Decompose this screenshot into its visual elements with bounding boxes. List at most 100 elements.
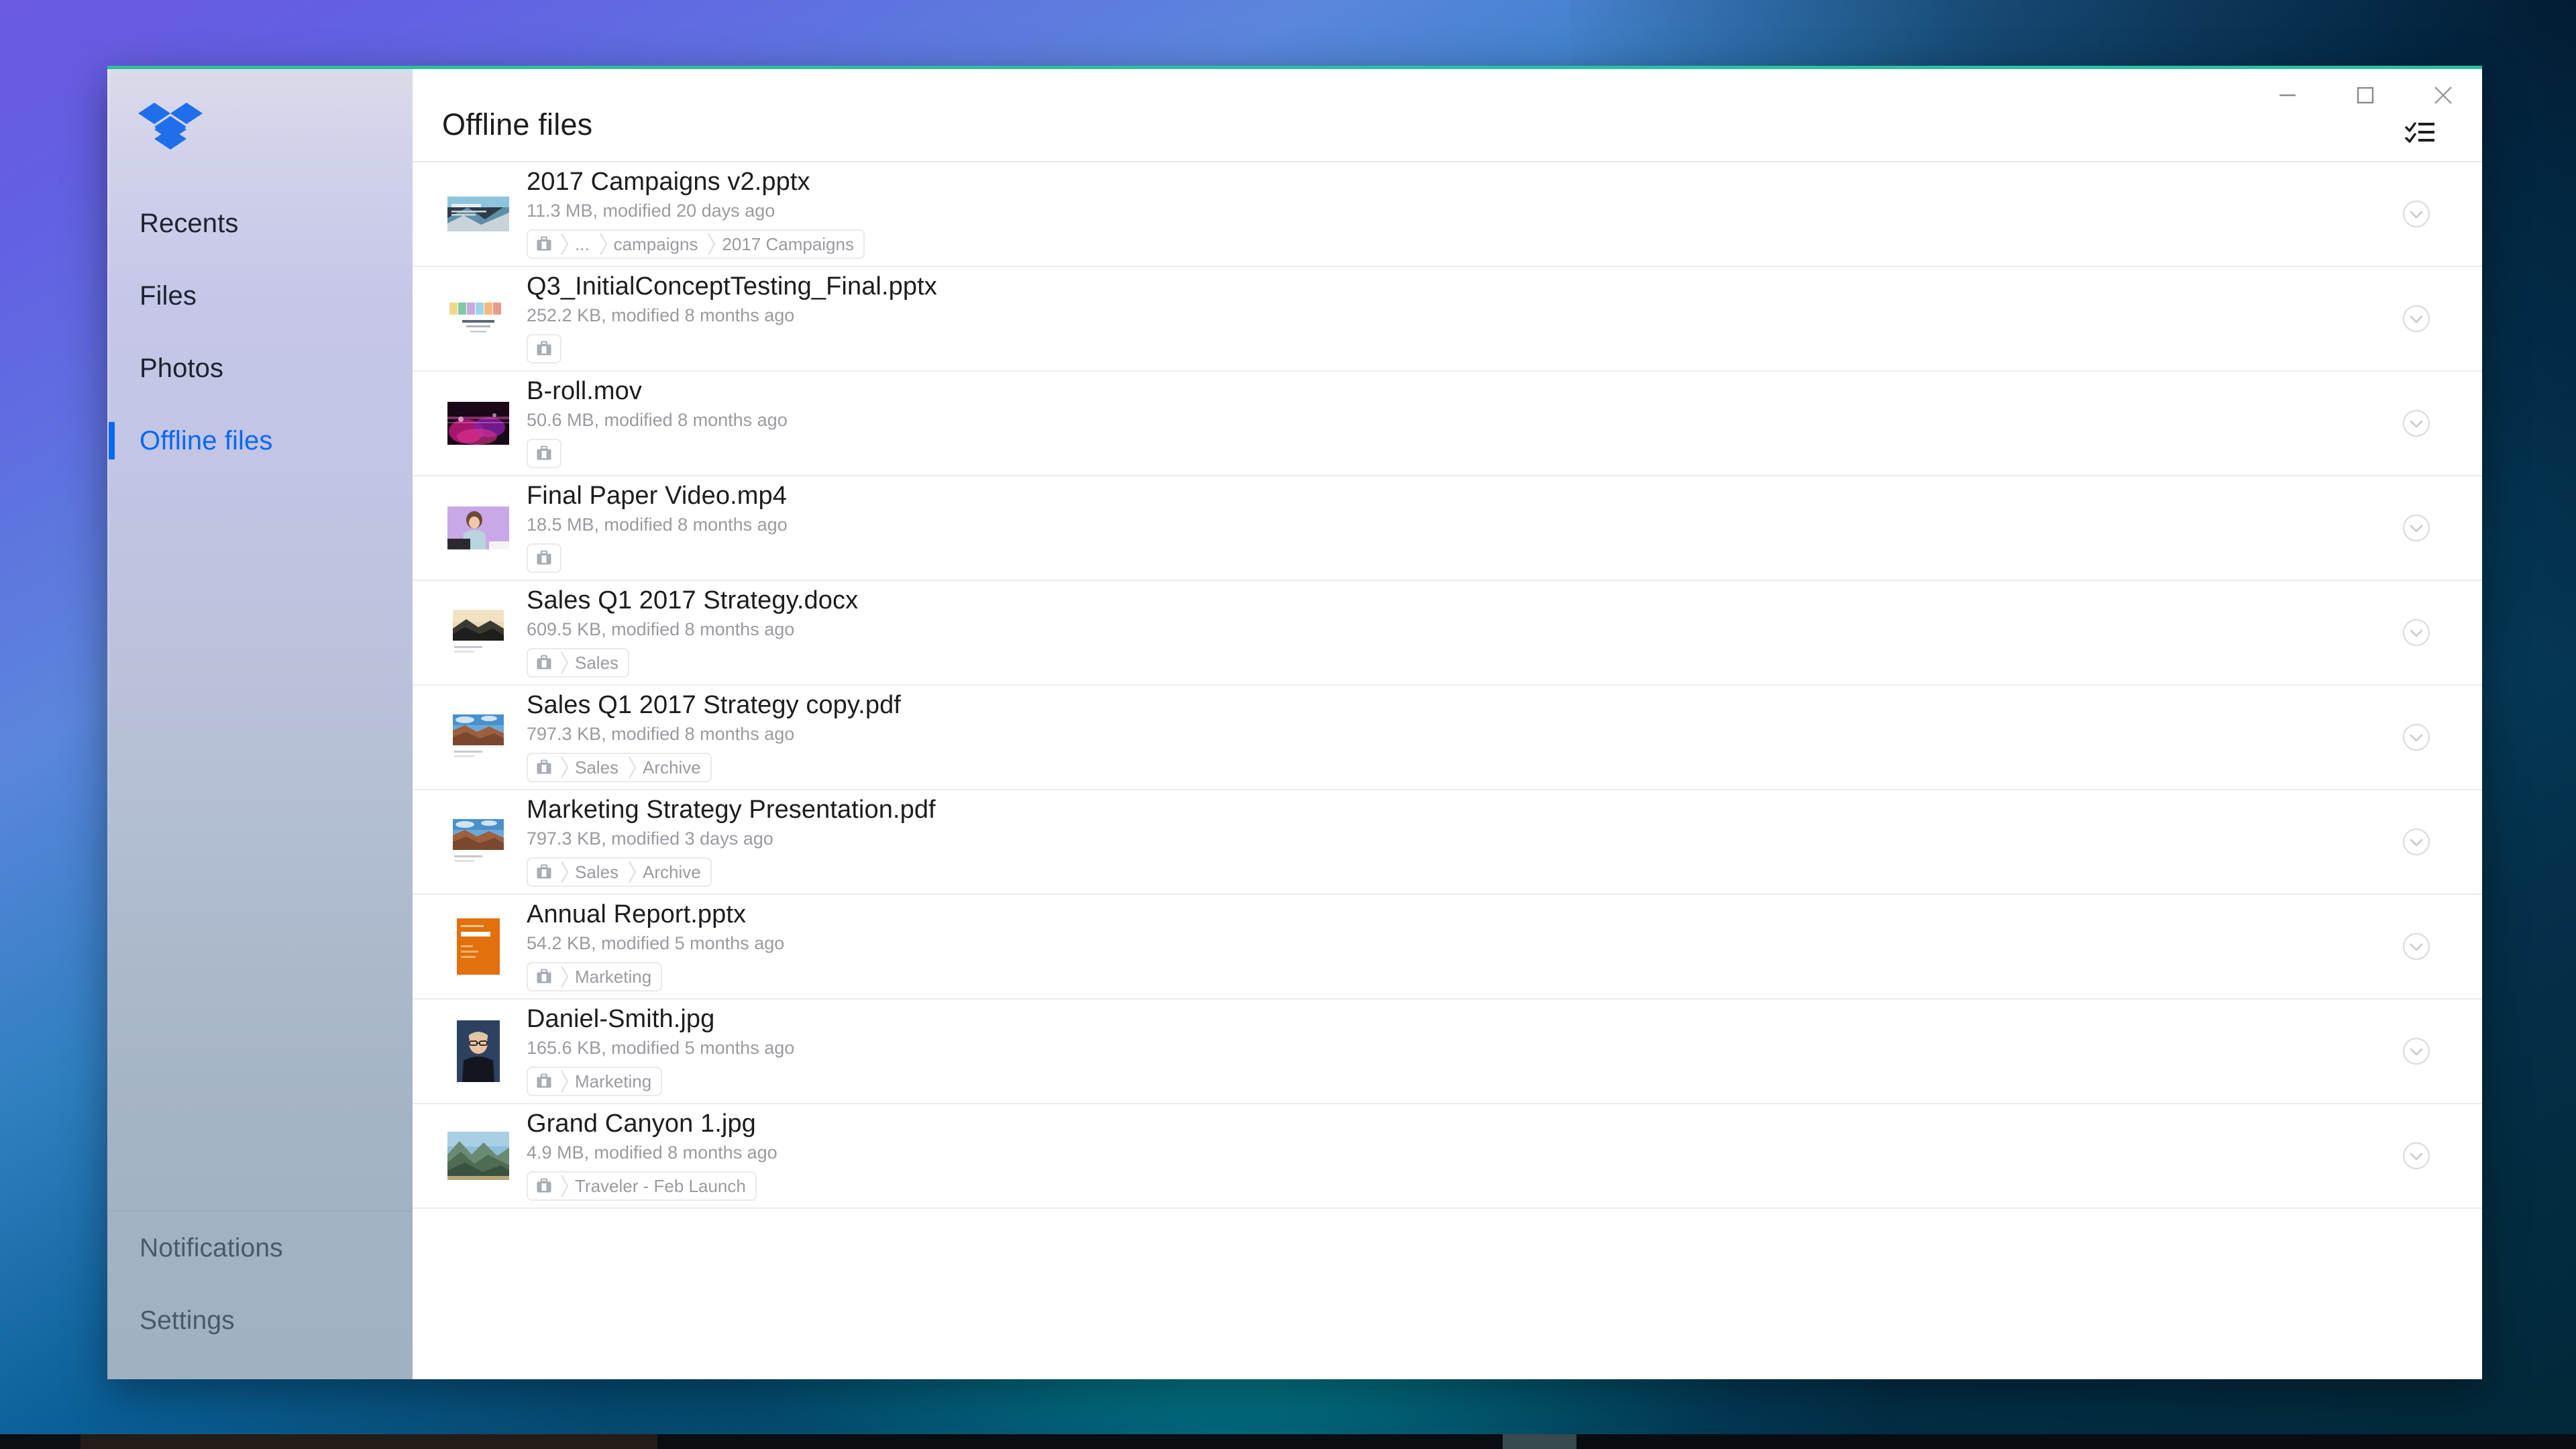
breadcrumb-segment[interactable]: Marketing	[560, 963, 661, 990]
chevron-right-icon	[560, 1068, 571, 1095]
window-controls	[2249, 69, 2482, 121]
sidebar-item-notifications[interactable]: Notifications	[107, 1212, 413, 1284]
maximize-button[interactable]	[2326, 69, 2404, 121]
sidebar-item-label: Photos	[140, 355, 223, 382]
taskbar-segment[interactable]	[657, 1434, 1503, 1449]
file-name: Annual Report.pptx	[527, 900, 2369, 929]
table-row[interactable]: Daniel-Smith.jpg 165.6 KB, modified 5 mo…	[413, 1000, 2482, 1104]
file-name: Daniel-Smith.jpg	[527, 1005, 2369, 1034]
sidebar-nav-secondary: Notifications Settings	[107, 1211, 413, 1379]
breadcrumb-segment[interactable]: Sales	[560, 754, 628, 781]
chevron-down-circle-icon[interactable]	[2369, 722, 2463, 753]
file-list: 2017 Campaigns v2.pptx 11.3 MB, modified…	[413, 162, 2482, 1379]
breadcrumb[interactable]	[527, 439, 561, 468]
window-accent-bar	[107, 66, 2482, 69]
briefcase-icon	[528, 440, 560, 467]
chevron-down-circle-icon[interactable]	[2369, 617, 2463, 648]
file-name: Marketing Strategy Presentation.pdf	[527, 796, 2369, 824]
table-row[interactable]: Marketing Strategy Presentation.pdf 797.…	[413, 790, 2482, 895]
chevron-down-circle-icon[interactable]	[2369, 1140, 2463, 1171]
breadcrumb[interactable]: Sales Archive	[527, 753, 712, 782]
file-meta: 54.2 KB, modified 5 months ago	[527, 934, 2369, 954]
breadcrumb[interactable]: Marketing	[527, 1067, 662, 1096]
breadcrumb[interactable]: ... campaigns	[527, 229, 865, 259]
file-name: 2017 Campaigns v2.pptx	[527, 168, 2369, 197]
table-row[interactable]: 2017 Campaigns v2.pptx 11.3 MB, modified…	[413, 162, 2482, 267]
sidebar-item-files[interactable]: Files	[107, 260, 413, 332]
dropbox-window: Recents Files Photos Offline files	[107, 66, 2482, 1379]
taskbar[interactable]	[0, 1434, 2576, 1449]
chevron-down-circle-icon[interactable]	[2369, 1036, 2463, 1067]
breadcrumb-label: 2017 Campaigns	[722, 234, 854, 255]
breadcrumb-segment[interactable]: campaigns	[599, 231, 708, 258]
breadcrumb[interactable]: Traveler - Feb Launch	[527, 1171, 757, 1201]
file-info: Annual Report.pptx 54.2 KB, modified 5 m…	[527, 900, 2369, 993]
breadcrumb[interactable]: Sales Archive	[527, 857, 712, 887]
chevron-down-circle-icon[interactable]	[2369, 826, 2463, 857]
sidebar-item-offline-files[interactable]: Offline files	[107, 405, 413, 477]
taskbar-start[interactable]	[0, 1434, 80, 1449]
breadcrumb-segment[interactable]: Sales	[560, 859, 628, 885]
chevron-down-circle-icon[interactable]	[2369, 931, 2463, 962]
file-info: Final Paper Video.mp4 18.5 MB, modified …	[527, 482, 2369, 574]
file-thumbnail	[447, 288, 509, 350]
chevron-right-icon	[628, 859, 639, 885]
breadcrumb-segment[interactable]: Marketing	[560, 1068, 661, 1095]
taskbar-segment[interactable]	[1503, 1434, 1576, 1449]
briefcase-icon	[528, 1173, 560, 1199]
file-info: Daniel-Smith.jpg 165.6 KB, modified 5 mo…	[527, 1005, 2369, 1097]
sidebar-item-label: Notifications	[140, 1235, 283, 1261]
table-row[interactable]: Q3_InitialConceptTesting_Final.pptx 252.…	[413, 267, 2482, 372]
taskbar-tray[interactable]	[1576, 1434, 2576, 1449]
breadcrumb-label: campaigns	[614, 234, 698, 255]
close-button[interactable]	[2404, 69, 2482, 121]
file-info: Sales Q1 2017 Strategy.docx 609.5 KB, mo…	[527, 586, 2369, 679]
table-row[interactable]: Grand Canyon 1.jpg 4.9 MB, modified 8 mo…	[413, 1104, 2482, 1209]
file-name: Grand Canyon 1.jpg	[527, 1110, 2369, 1138]
sidebar-item-recents[interactable]: Recents	[107, 187, 413, 260]
sidebar-item-label: Settings	[140, 1307, 235, 1334]
chevron-down-circle-icon[interactable]	[2369, 513, 2463, 543]
breadcrumb-segment[interactable]: ...	[560, 231, 599, 258]
file-name: Sales Q1 2017 Strategy.docx	[527, 586, 2369, 615]
sidebar-item-settings[interactable]: Settings	[107, 1284, 413, 1356]
table-row[interactable]: Sales Q1 2017 Strategy.docx 609.5 KB, mo…	[413, 581, 2482, 686]
breadcrumb-label: Sales	[575, 653, 619, 674]
breadcrumb-segment[interactable]: Archive	[628, 859, 710, 885]
main-content: Offline files	[413, 66, 2482, 1379]
file-name: Sales Q1 2017 Strategy copy.pdf	[527, 691, 2369, 720]
chevron-down-circle-icon[interactable]	[2369, 303, 2463, 334]
sidebar-spacer	[107, 477, 413, 1211]
breadcrumb-segment[interactable]: Archive	[628, 754, 710, 781]
sidebar-item-photos[interactable]: Photos	[107, 332, 413, 405]
chevron-down-circle-icon[interactable]	[2369, 408, 2463, 439]
file-thumbnail	[447, 706, 509, 768]
file-info: B-roll.mov 50.6 MB, modified 8 months ag…	[527, 377, 2369, 470]
file-thumbnail	[447, 602, 509, 663]
dropbox-logo[interactable]	[138, 101, 203, 150]
table-row[interactable]: Sales Q1 2017 Strategy copy.pdf 797.3 KB…	[413, 686, 2482, 790]
file-thumbnail	[447, 183, 509, 245]
table-row[interactable]: Annual Report.pptx 54.2 KB, modified 5 m…	[413, 895, 2482, 1000]
minimize-button[interactable]	[2249, 69, 2326, 121]
sidebar-nav-primary: Recents Files Photos Offline files	[107, 187, 413, 477]
chevron-down-circle-icon[interactable]	[2369, 199, 2463, 229]
breadcrumb[interactable]	[527, 543, 561, 573]
breadcrumb-segment[interactable]: Traveler - Feb Launch	[560, 1173, 755, 1199]
breadcrumb[interactable]	[527, 334, 561, 364]
breadcrumb-label: Archive	[643, 862, 701, 883]
taskbar-segment[interactable]	[80, 1434, 657, 1449]
breadcrumb[interactable]: Marketing	[527, 962, 662, 991]
file-info: Marketing Strategy Presentation.pdf 797.…	[527, 796, 2369, 888]
page-header: Offline files	[413, 69, 2482, 162]
table-row[interactable]: B-roll.mov 50.6 MB, modified 8 months ag…	[413, 372, 2482, 476]
briefcase-icon	[528, 545, 560, 572]
file-name: Final Paper Video.mp4	[527, 482, 2369, 511]
breadcrumb[interactable]: Sales	[527, 648, 629, 678]
chevron-right-icon	[599, 231, 610, 258]
breadcrumb-segment[interactable]: 2017 Campaigns	[707, 231, 863, 258]
chevron-right-icon	[560, 231, 571, 258]
briefcase-icon	[528, 231, 560, 258]
table-row[interactable]: Final Paper Video.mp4 18.5 MB, modified …	[413, 476, 2482, 581]
breadcrumb-segment[interactable]: Sales	[560, 649, 628, 676]
